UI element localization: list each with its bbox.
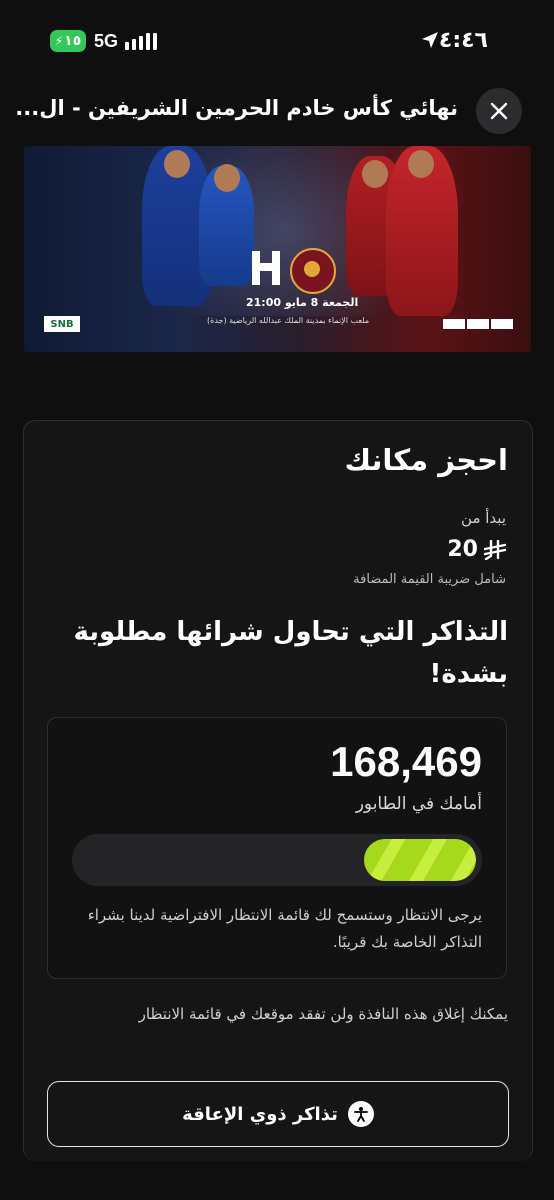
riyal-icon bbox=[484, 539, 506, 560]
queue-ahead-label: أمامك في الطابور bbox=[355, 794, 482, 814]
accessibility-icon bbox=[347, 1101, 374, 1127]
queue-message: يرجى الانتظار وستسمح لك قائمة الانتظار ا… bbox=[87, 906, 482, 951]
location-arrow-icon bbox=[422, 32, 438, 48]
accessibility-tickets-button[interactable]: تذاكر ذوي الإعاقة bbox=[47, 1081, 509, 1147]
network-type: 5G bbox=[94, 31, 119, 51]
close-window-note: يمكنك إغلاق هذه النافذة ولن تفقد موقعك ف… bbox=[138, 1005, 508, 1023]
queue-ahead-count: 168,469 bbox=[330, 738, 482, 785]
queue-panel: 168,469 أمامك في الطابور يرجى الانتظار و… bbox=[47, 717, 507, 979]
modal-header: نهائي كأس خادم الحرمين الشريفين - ال... bbox=[0, 88, 554, 138]
queue-progress-fill bbox=[363, 839, 476, 881]
alkholood-logo bbox=[290, 248, 336, 294]
signal-icon bbox=[125, 33, 157, 50]
status-bar: ⚡ ١٥ 5G ٤:٤٦ bbox=[0, 0, 554, 82]
clock: ٤:٤٦ bbox=[438, 28, 488, 53]
battery-indicator: ⚡ ١٥ bbox=[50, 30, 86, 52]
price-value: 20 bbox=[447, 537, 478, 562]
accessibility-tickets-label: تذاكر ذوي الإعاقة bbox=[182, 1103, 338, 1125]
starts-from-label: يبدأ من bbox=[461, 509, 506, 527]
sponsor-logos bbox=[443, 319, 513, 329]
match-venue: ملعب الإنماء بمدينة الملك عبدالله الرياض… bbox=[207, 316, 370, 325]
battery-level: ١٥ bbox=[64, 33, 82, 49]
charging-icon: ⚡ bbox=[54, 34, 64, 48]
close-icon bbox=[490, 102, 508, 120]
page-title: نهائي كأس خادم الحرمين الشريفين - ال... bbox=[15, 96, 458, 120]
booking-card: احجز مكانك يبدأ من 20 شامل ضريبة القيمة … bbox=[23, 420, 533, 1161]
match-date: الجمعة 8 مايو 21:00 bbox=[246, 296, 359, 309]
price-row: 20 bbox=[447, 537, 506, 562]
high-demand-text: التذاكر التي تحاول شرائها مطلوبة بشدة! bbox=[73, 617, 508, 689]
close-button[interactable] bbox=[476, 88, 522, 134]
match-banner: الجمعة 8 مايو 21:00 ملعب الإنماء بمدينة … bbox=[24, 146, 531, 352]
book-title: احجز مكانك bbox=[344, 443, 508, 477]
hilal-logo bbox=[244, 246, 288, 290]
snb-logo: SNB bbox=[44, 316, 80, 332]
vat-note: شامل ضريبة القيمة المضافة bbox=[353, 572, 506, 587]
queue-progress-bar bbox=[72, 834, 482, 886]
